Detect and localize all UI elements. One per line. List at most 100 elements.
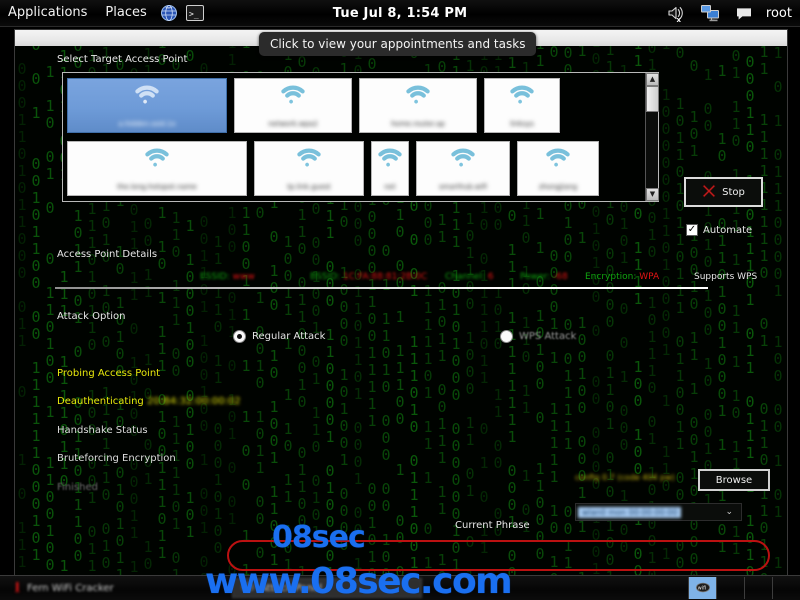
select-target-label: Select Target Access Point bbox=[57, 54, 188, 65]
wifi-signal-icon bbox=[451, 148, 475, 167]
top-panel: Applications Places >_ Tue Jul 8, 1:54 P… bbox=[0, 0, 800, 27]
web-browser-icon[interactable] bbox=[158, 2, 180, 24]
access-point-grid: a.hidden.ssid.1x network.wpa2 home.route… bbox=[67, 78, 655, 198]
svg-text:>_: >_ bbox=[189, 10, 199, 19]
wifi-signal-icon bbox=[406, 85, 430, 104]
access-point-item[interactable]: zhongjiang bbox=[517, 141, 599, 196]
detail-channel-key: Channel: bbox=[445, 272, 485, 282]
workspace-1[interactable]: wifi bbox=[688, 577, 716, 599]
interface-dropdown-value: wlan0 mon 00:00:00:00 bbox=[578, 506, 682, 518]
scroll-up-button[interactable]: ▲ bbox=[646, 73, 659, 86]
detail-power-value: -68 bbox=[552, 272, 568, 282]
fern-wifi-cracker-window: 0 0 0 0 1 1 0 1 0 1 1 0 0 0 0 1 1 0 1 0 … bbox=[14, 29, 788, 576]
menu-applications[interactable]: Applications bbox=[0, 0, 96, 26]
automate-checkbox[interactable]: ✓ bbox=[686, 224, 698, 236]
current-phrase-label: Current Phrase bbox=[455, 520, 530, 531]
status-bruteforcing-text: Bruteforcing Encryption bbox=[57, 453, 176, 464]
scroll-down-button[interactable]: ▼ bbox=[646, 188, 659, 201]
access-point-item[interactable]: network.wpa2 bbox=[234, 78, 352, 133]
access-point-name: network.wpa2 bbox=[268, 120, 318, 128]
status-deauthenticating-mac: 20:B4:32:00:00:02 bbox=[146, 396, 241, 407]
status-probing-text: Probing Access Point bbox=[57, 368, 161, 379]
status-handshake-text: Handshake Status bbox=[57, 425, 148, 436]
detail-channel: Channel: 6 bbox=[445, 272, 494, 282]
supports-wps-label: Supports WPS bbox=[694, 272, 758, 282]
status-deauthenticating-text: Deauthenticating bbox=[57, 396, 144, 407]
radio-wps-attack[interactable]: WPS Attack bbox=[500, 330, 576, 343]
volume-muted-icon[interactable]: x bbox=[665, 2, 687, 24]
workspace-4[interactable] bbox=[772, 577, 800, 599]
menu-places[interactable]: Places bbox=[96, 0, 155, 26]
detail-bssid-key: BSSID: bbox=[310, 272, 341, 282]
automate-checkbox-row[interactable]: ✓ Automate bbox=[686, 224, 752, 236]
status-deauthenticating: Deauthenticating 20:B4:32:00:00:02 bbox=[57, 396, 241, 407]
radio-wps-attack-label: WPS Attack bbox=[519, 331, 577, 342]
status-finished: Finished bbox=[57, 482, 98, 493]
access-point-name: zhongjiang bbox=[538, 183, 578, 191]
detail-power: Power: -68 bbox=[520, 272, 568, 282]
access-point-item[interactable]: the.long.hotspot.name bbox=[67, 141, 247, 196]
workspace-switcher[interactable]: wifi bbox=[688, 576, 800, 600]
chevron-down-icon[interactable]: ⌄ bbox=[725, 507, 733, 517]
workspace-3[interactable] bbox=[744, 577, 772, 599]
radio-regular-attack-indicator[interactable] bbox=[233, 330, 246, 343]
window-content: Select Target Access Point a.hidden.ssid… bbox=[15, 46, 787, 575]
radio-regular-attack-label: Regular Attack bbox=[252, 331, 326, 342]
access-point-item[interactable]: smarthub.wifi bbox=[416, 141, 510, 196]
detail-essid-key: ESSID: bbox=[200, 272, 230, 282]
status-bruteforcing: Bruteforcing Encryption bbox=[57, 453, 176, 464]
desktop-screen: Applications Places >_ Tue Jul 8, 1:54 P… bbox=[0, 0, 800, 600]
chat-bubble-icon[interactable] bbox=[733, 2, 755, 24]
workspace-2[interactable] bbox=[716, 577, 744, 599]
detail-power-key: Power: bbox=[520, 272, 551, 282]
wifi-signal-icon bbox=[297, 148, 321, 167]
wifi-signal-icon bbox=[510, 85, 534, 104]
detail-encryption-value: WPA bbox=[639, 272, 660, 282]
taskbar-attack-panel[interactable]: wifi Attack Panel bbox=[232, 578, 422, 598]
terminal-icon[interactable]: >_ bbox=[184, 2, 206, 24]
red-x-icon bbox=[702, 183, 716, 202]
ap-details-label: Access Point Details bbox=[57, 249, 158, 260]
radio-wps-attack-indicator[interactable] bbox=[500, 330, 513, 343]
taskbar-fern-wifi-cracker[interactable]: Fern WiFi Cracker bbox=[4, 578, 220, 598]
network-monitors-icon[interactable] bbox=[699, 2, 721, 24]
access-point-list[interactable]: a.hidden.ssid.1x network.wpa2 home.route… bbox=[62, 72, 659, 202]
access-point-item[interactable]: home.router.ap bbox=[359, 78, 477, 133]
radio-regular-attack[interactable]: Regular Attack bbox=[233, 330, 325, 343]
access-point-item[interactable]: net bbox=[371, 141, 409, 196]
wifi-signal-icon bbox=[281, 85, 305, 104]
access-point-item[interactable]: linksys bbox=[484, 78, 560, 133]
wifi-signal-icon bbox=[145, 148, 169, 167]
wifi-signal-icon bbox=[546, 148, 570, 167]
detail-channel-value: 6 bbox=[487, 272, 494, 282]
clock-tooltip: Click to view your appointments and task… bbox=[259, 32, 537, 56]
detail-encryption: Encryption: WPA bbox=[585, 272, 659, 282]
fern-app-icon bbox=[12, 581, 22, 596]
user-label[interactable]: root bbox=[766, 6, 792, 21]
taskbar-fern-label: Fern WiFi Cracker bbox=[27, 582, 114, 594]
access-point-row: a.hidden.ssid.1x network.wpa2 home.route… bbox=[67, 78, 560, 133]
access-point-item[interactable]: tp.link.guest bbox=[254, 141, 364, 196]
status-handshake: Handshake Status bbox=[57, 425, 148, 436]
wifi-signal-icon bbox=[135, 85, 159, 104]
system-tray: x root bbox=[663, 0, 796, 26]
access-point-name: net bbox=[384, 183, 396, 191]
stop-button[interactable]: Stop bbox=[684, 177, 763, 207]
access-point-scrollbar[interactable]: ▲ ▼ bbox=[645, 73, 659, 201]
access-point-item[interactable]: a.hidden.ssid.1x bbox=[67, 78, 227, 133]
workspace-app-icon: wifi bbox=[695, 579, 711, 598]
interface-dropdown[interactable]: wlan0 mon 00:00:00:00 ⌄ bbox=[575, 503, 742, 521]
detail-encryption-key: Encryption: bbox=[585, 272, 637, 282]
status-finished-text: Finished bbox=[57, 482, 98, 493]
wifi-app-icon: wifi bbox=[241, 581, 255, 596]
status-probing: Probing Access Point bbox=[57, 368, 160, 379]
access-point-name: smarthub.wifi bbox=[439, 183, 487, 191]
scrollbar-thumb[interactable] bbox=[646, 86, 659, 112]
browse-button[interactable]: Browse bbox=[698, 469, 770, 491]
wifi-signal-icon bbox=[378, 148, 402, 167]
detail-bssid-value: 1C:FA:88:81:2B:0C bbox=[342, 272, 428, 282]
svg-text:wifi: wifi bbox=[697, 585, 706, 591]
access-point-name: the.long.hotspot.name bbox=[117, 183, 197, 191]
attack-option-label: Attack Option bbox=[57, 311, 126, 322]
current-phrase-box[interactable] bbox=[227, 540, 770, 571]
